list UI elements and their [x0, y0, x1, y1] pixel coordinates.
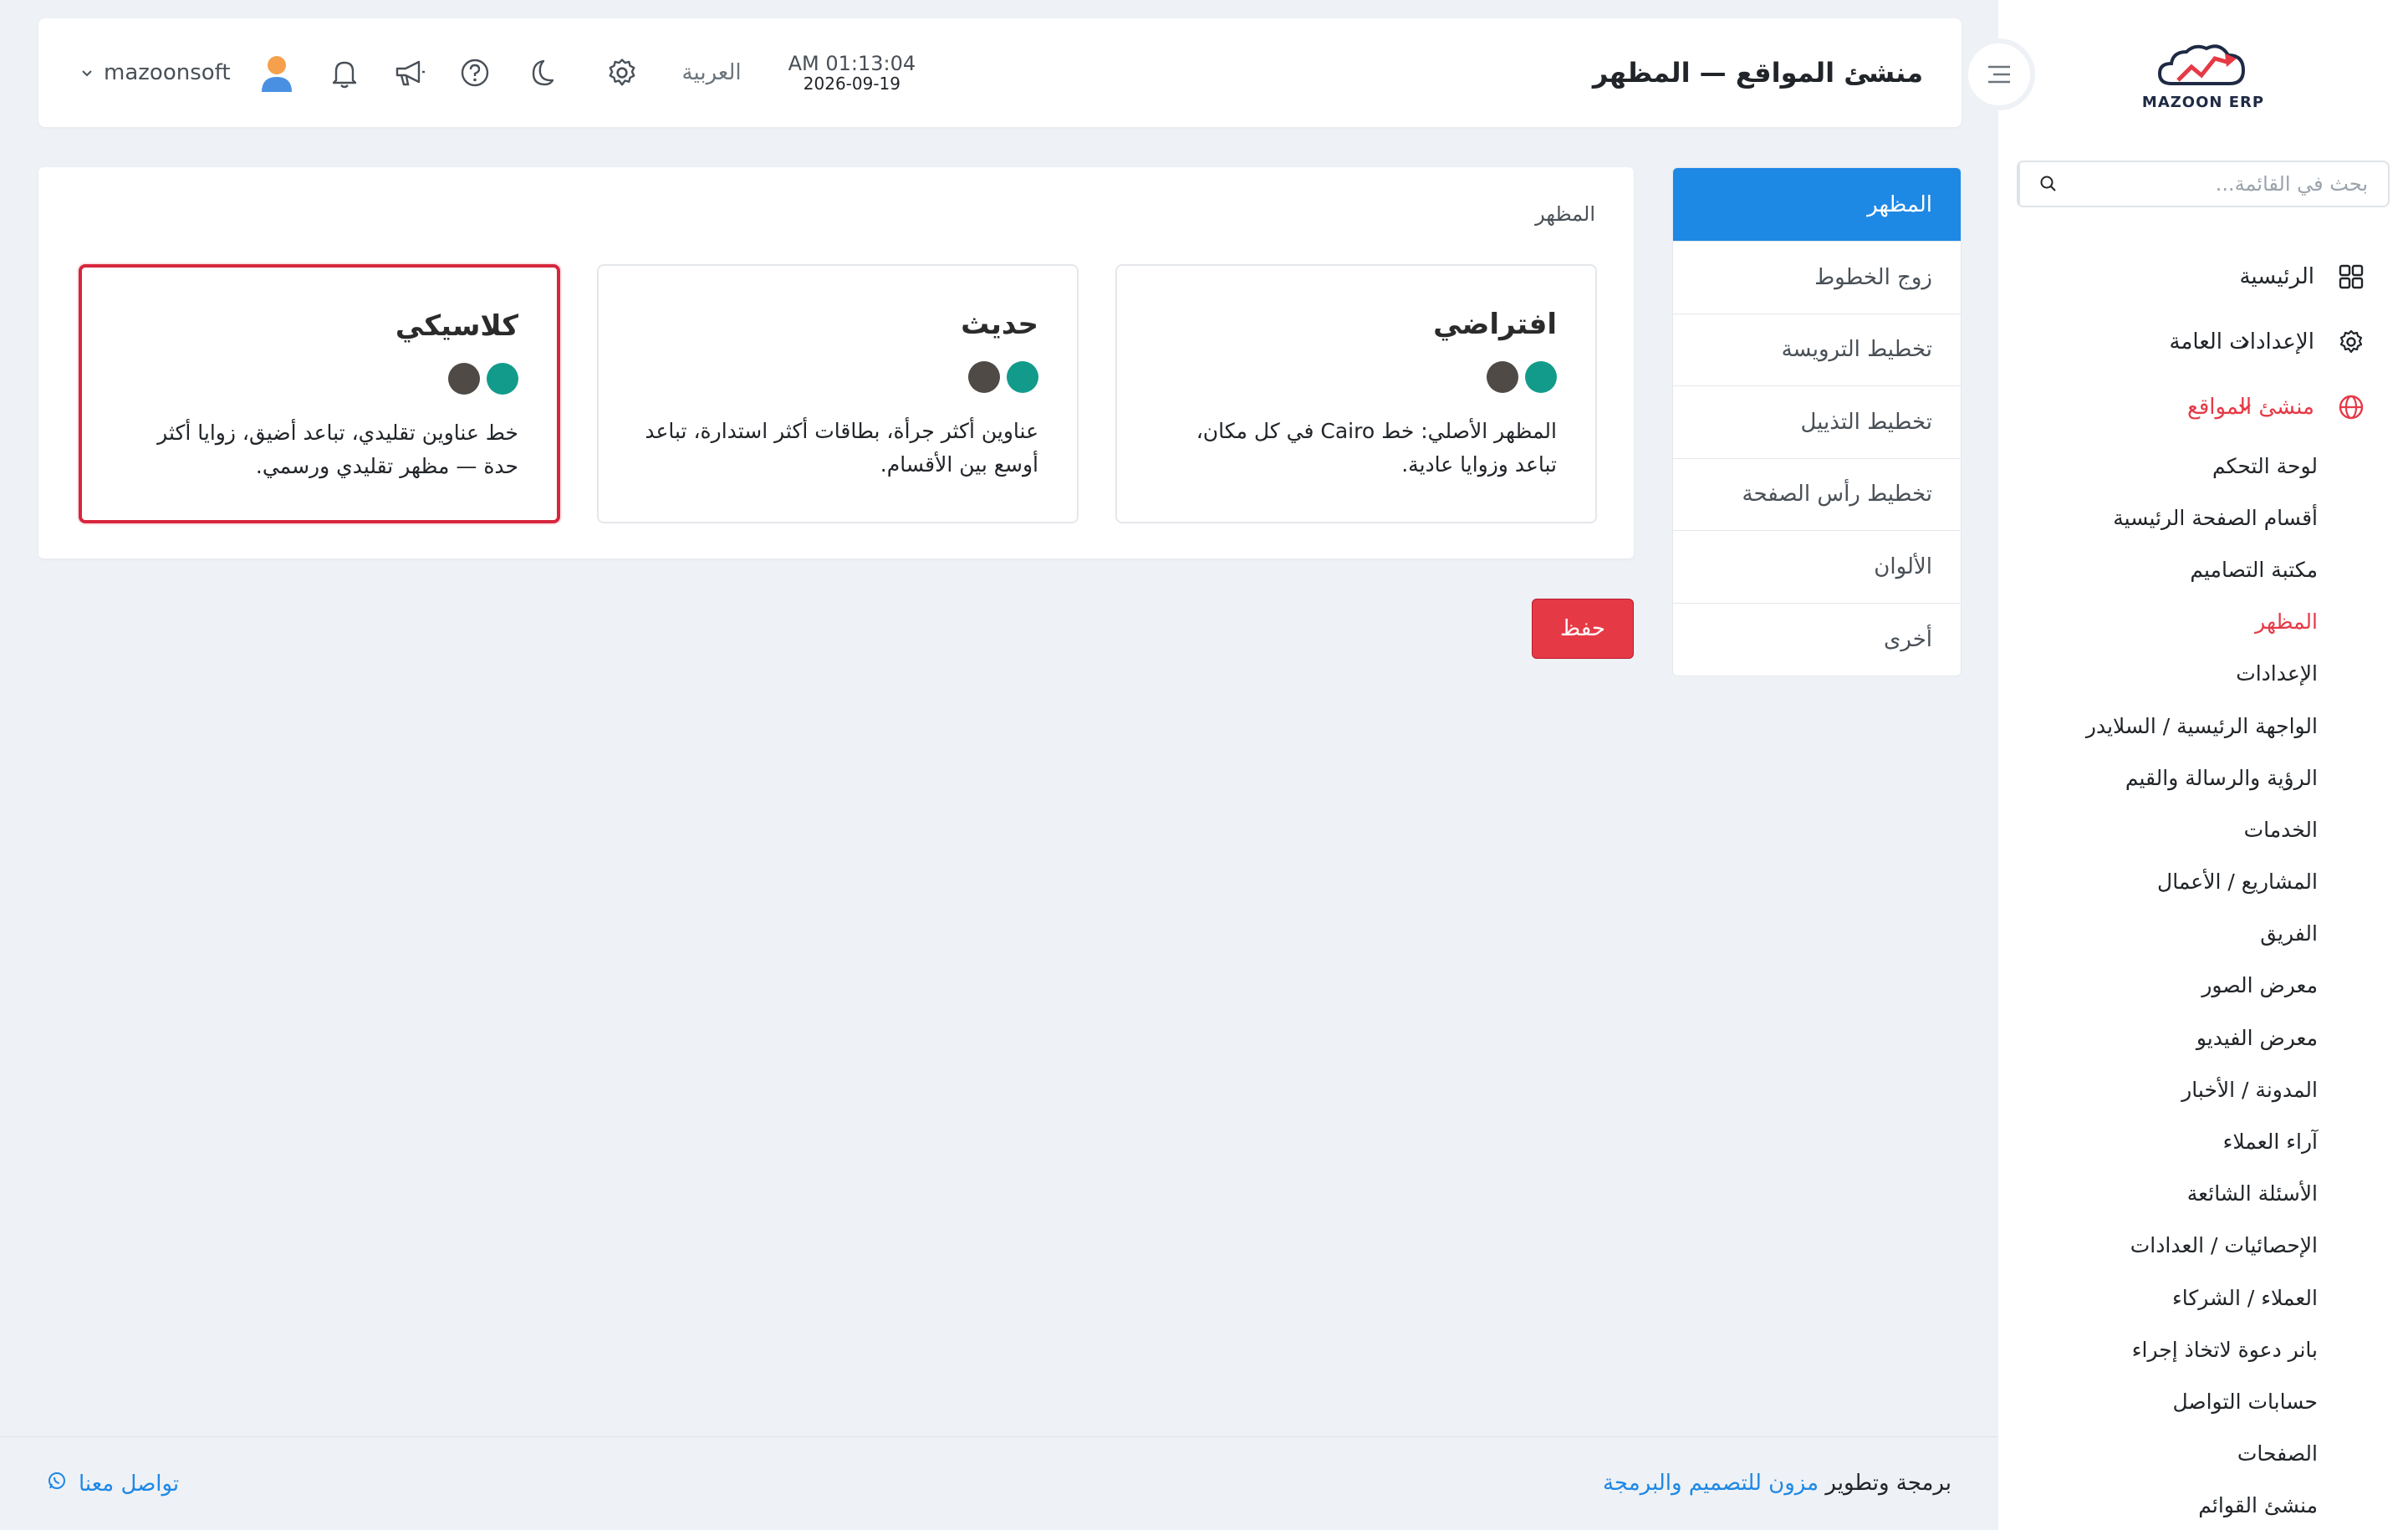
submenu-item[interactable]: المشاريع / الأعمال: [1998, 856, 2318, 908]
save-button[interactable]: حفظ: [1532, 599, 1634, 659]
submenu-item[interactable]: معرض الصور: [1998, 960, 2318, 1012]
submenu-item[interactable]: أقسام الصفحة الرئيسية: [1998, 492, 2318, 543]
logo-cloud-icon: [2157, 43, 2246, 85]
submenu-item-appearance[interactable]: المظهر: [1998, 596, 2318, 648]
theme-name: حديث: [961, 308, 1038, 341]
globe-icon: [2334, 390, 2368, 424]
submenu-item[interactable]: الواجهة الرئيسية / السلايدر: [1998, 700, 2318, 752]
tab-appearance[interactable]: المظهر: [1673, 168, 1961, 242]
gear-icon: [2334, 325, 2368, 359]
submenu-item[interactable]: الفريق: [1998, 908, 2318, 960]
settings-tabs: المظهر زوج الخطوط تخطيط الترويسة تخطيط ا…: [1672, 167, 1962, 676]
sidebar-nav: الرئيسية الإعدادات العامة منشئ المواقع ل…: [1998, 244, 2408, 1530]
avatar: [256, 52, 298, 94]
color-swatch: [1487, 361, 1518, 393]
footer-prefix: برمجة وتطوير: [1825, 1471, 1951, 1496]
theme-name: افتراضي: [1433, 308, 1557, 341]
color-swatch: [487, 363, 518, 395]
header-tools: mazoonsoft العربية AM 01:13:04 2026-09-1…: [38, 18, 916, 127]
submenu-item[interactable]: الإعدادات: [1998, 648, 2318, 700]
footer-credits: برمجة وتطوير مزون للتصميم والبرمجة: [1603, 1471, 1951, 1496]
logo-text: MAZOON ERP: [2141, 93, 2265, 111]
theme-color-dots: [1156, 361, 1557, 393]
settings-icon[interactable]: [604, 54, 640, 91]
sidebar-item-label: الإعدادات العامة: [2169, 329, 2314, 354]
theme-name: كلاسيكي: [395, 309, 518, 343]
chevron-right-icon: [2232, 334, 2258, 349]
top-header: منشئ المواقع — المظهر mazoonsoft العربية: [38, 18, 2035, 127]
grid-icon: [2334, 260, 2368, 293]
search-icon[interactable]: [2018, 162, 2077, 206]
tab-other[interactable]: أخرى: [1673, 604, 1961, 676]
submenu-item[interactable]: منشئ القوائم: [1998, 1480, 2318, 1530]
submenu-item[interactable]: معرض الفيديو: [1998, 1012, 2318, 1063]
clock: AM 01:13:04 2026-09-19: [788, 53, 916, 93]
language-switcher[interactable]: العربية: [682, 60, 742, 85]
username: mazoonsoft: [104, 60, 231, 85]
theme-color-dots: [637, 361, 1038, 393]
color-swatch: [448, 363, 480, 395]
theme-option-default[interactable]: افتراضي المظهر الأصلي: خط Cairo في كل مك…: [1115, 264, 1597, 523]
theme-color-dots: [120, 363, 518, 395]
theme-description: عناوين أكثر جرأة، بطاقات أكثر استدارة، ت…: [645, 419, 1038, 477]
user-menu[interactable]: mazoonsoft: [80, 52, 298, 94]
submenu-item[interactable]: بانر دعوة لاتخاذ إجراء: [1998, 1323, 2318, 1375]
sidebar-item-home[interactable]: الرئيسية: [1998, 244, 2408, 309]
sidebar-item-label: الرئيسية: [2239, 264, 2314, 289]
sidebar-item-site-builder[interactable]: منشئ المواقع: [1998, 375, 2408, 440]
color-swatch: [1525, 361, 1557, 393]
sidebar-search: [2017, 161, 2390, 207]
tab-colors[interactable]: الألوان: [1673, 531, 1961, 604]
submenu-item[interactable]: لوحة التحكم: [1998, 440, 2318, 492]
color-swatch: [968, 361, 1000, 393]
appearance-card: المظهر افتراضي المظهر الأصلي: خط Cairo ف…: [38, 167, 1634, 558]
sidebar: MAZOON ERP الرئيسية الإعدادات العامة: [1998, 0, 2408, 1530]
sidebar-item-general-settings[interactable]: الإعدادات العامة: [1998, 309, 2408, 375]
submenu-item[interactable]: الأسئلة الشائعة: [1998, 1168, 2318, 1220]
megaphone-icon[interactable]: [391, 54, 428, 91]
menu-icon: [1988, 65, 2010, 84]
sidebar-item-label: منشئ المواقع: [2186, 395, 2314, 420]
tab-page-header-layout[interactable]: تخطيط رأس الصفحة: [1673, 459, 1961, 531]
submenu-item[interactable]: مكتبة التصاميم: [1998, 543, 2318, 595]
clock-time: AM 01:13:04: [788, 52, 916, 75]
whatsapp-icon: [47, 1471, 67, 1497]
submenu-item[interactable]: آراء العملاء: [1998, 1115, 2318, 1167]
submenu-item[interactable]: الرؤية والرسالة والقيم: [1998, 752, 2318, 803]
brand: MAZOON ERP: [1998, 0, 2408, 147]
contact-link[interactable]: تواصل معنا: [47, 1471, 179, 1497]
submenu-item[interactable]: المدونة / الأخبار: [1998, 1063, 2318, 1115]
tab-footer-layout[interactable]: تخطيط التذييل: [1673, 386, 1961, 459]
tab-font-pair[interactable]: زوج الخطوط: [1673, 242, 1961, 314]
footer: برمجة وتطوير مزون للتصميم والبرمجة تواصل…: [0, 1436, 1998, 1530]
sidebar-search-input[interactable]: [2077, 162, 2388, 206]
bell-icon[interactable]: [326, 54, 363, 91]
site-builder-submenu: لوحة التحكم أقسام الصفحة الرئيسية مكتبة …: [1998, 440, 2408, 1530]
theme-description: المظهر الأصلي: خط Cairo في كل مكان، تباع…: [1196, 419, 1557, 477]
submenu-item[interactable]: العملاء / الشركاء: [1998, 1272, 2318, 1323]
dark-mode-icon[interactable]: [522, 54, 559, 91]
sidebar-toggle-button[interactable]: [1963, 38, 2035, 110]
submenu-item[interactable]: الإحصائيات / العدادات: [1998, 1220, 2318, 1272]
clock-date: 2026-09-19: [803, 74, 900, 94]
submenu-item[interactable]: حسابات التواصل: [1998, 1375, 2318, 1427]
section-label: المظهر: [1535, 202, 1595, 226]
color-swatch: [1007, 361, 1038, 393]
theme-description: خط عناوين تقليدي، تباعد أضيق، زوايا أكثر…: [157, 421, 518, 478]
page-title: منشئ المواقع — المظهر: [1592, 57, 1923, 89]
theme-option-modern[interactable]: حديث عناوين أكثر جرأة، بطاقات أكثر استدا…: [597, 264, 1079, 523]
company-link[interactable]: مزون للتصميم والبرمجة: [1603, 1471, 1819, 1496]
submenu-item[interactable]: الصفحات: [1998, 1428, 2318, 1480]
chevron-down-icon: [2232, 399, 2258, 416]
submenu-item[interactable]: الخدمات: [1998, 803, 2318, 855]
theme-option-classic[interactable]: كلاسيكي خط عناوين تقليدي، تباعد أضيق، زو…: [79, 264, 560, 523]
help-icon[interactable]: [457, 54, 493, 91]
contact-label: تواصل معنا: [79, 1471, 180, 1497]
logo[interactable]: MAZOON ERP: [2142, 37, 2264, 111]
tab-header-layout[interactable]: تخطيط الترويسة: [1673, 314, 1961, 386]
chevron-down-icon: [80, 60, 94, 85]
